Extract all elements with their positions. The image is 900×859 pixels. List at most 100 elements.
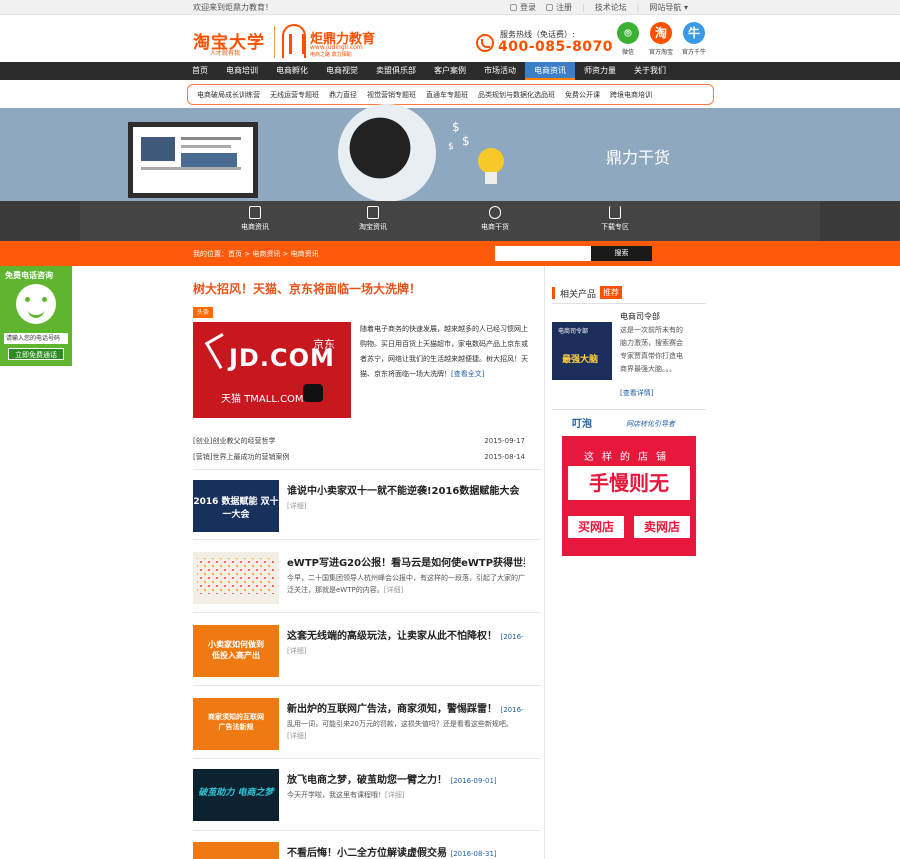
breadcrumb[interactable]: 我的位置：首页 > 电商资讯 > 电商资讯 — [193, 249, 319, 259]
category-news[interactable]: 电商资讯 — [220, 206, 290, 232]
main-nav-item[interactable]: 卖盟俱乐部 — [367, 62, 425, 80]
main-nav-item[interactable]: 市场活动 — [475, 62, 525, 80]
product-detail-link[interactable]: [查看详情] — [620, 388, 653, 398]
article-thumbnail[interactable]: 商家须知的互联网广告法新规 — [193, 698, 279, 750]
divider: | — [636, 3, 640, 12]
product-image-text: 最强大脑 — [562, 355, 599, 365]
article-title[interactable]: 谁说中小卖家双十一就不能逆袭!2016数据赋能大会 — [287, 482, 525, 497]
forum-link[interactable]: 技术论坛 — [595, 2, 627, 13]
register-link[interactable]: 注册 — [546, 2, 572, 13]
article-thumbnail[interactable]: 破茧助力 电商之梦 — [193, 769, 279, 821]
article-thumbnail[interactable]: 小卖家如何做到低投入高产出 — [193, 625, 279, 677]
main-nav-item[interactable]: 电商资讯 — [525, 62, 575, 80]
detail-link[interactable]: [详细] — [287, 502, 306, 510]
phone-number-input[interactable]: 请输入您的电话号码 — [4, 333, 68, 344]
judingli-url: www.judingli.com — [310, 44, 363, 51]
ad-slogan: 网店转化引导者 — [626, 420, 675, 428]
advertisement[interactable]: 叮泡 网店转化引导者 这样的店铺 手慢则无 买网店 卖网店 — [562, 411, 696, 556]
category-bar-inner: 电商资讯 淘宝资讯 电商干货 下载专区 — [80, 201, 820, 241]
sub-nav-item[interactable]: 电商破局成长训练营 — [192, 90, 265, 100]
main-nav-item[interactable]: 电商视觉 — [317, 62, 367, 80]
phone-doc-icon — [367, 206, 379, 219]
detail-link[interactable]: [详细] — [287, 732, 306, 740]
free-call-button[interactable]: 立即免费通话 — [8, 348, 64, 360]
page: 欢迎来到炬鼎力教育！ 登录 注册 | 技术论坛 | 网站导航 ▾ 淘宝大学 人才… — [0, 0, 900, 859]
article-thumbnail[interactable] — [193, 842, 279, 859]
sub-nav-item[interactable]: 直通车专题班 — [421, 90, 473, 100]
ad-line2: 手慢则无 — [568, 466, 690, 500]
featured-headline[interactable]: 树大招风！天猫、京东将面临一场大洗牌！ — [193, 280, 421, 297]
detail-link[interactable]: [详细] — [384, 586, 403, 594]
welcome-text: 欢迎来到炬鼎力教育！ — [193, 3, 273, 12]
featured-image[interactable]: JD.COM 京东 天猫 TMALL.COM — [193, 322, 351, 418]
product-name[interactable]: 电商司令部 — [620, 311, 660, 322]
category-taobao-news[interactable]: 淘宝资讯 — [338, 206, 408, 232]
sub-nav-item[interactable]: 鼎力直径 — [324, 90, 362, 100]
main-nav-item[interactable]: 关于我们 — [625, 62, 675, 80]
hotline-number: 400-085-8070 — [498, 39, 614, 55]
article-desc: 乱用一词，可能引来20万元的罚款，这损失值吗？还是看看这些新规吧。 [详细] — [287, 720, 513, 740]
divider — [552, 409, 706, 410]
buy-shop-button[interactable]: 买网店 — [568, 516, 624, 538]
sub-nav-item[interactable]: 跨境电商培训 — [605, 90, 657, 100]
dollar-icon: $ — [462, 134, 470, 148]
detail-link[interactable]: [详细] — [385, 791, 404, 799]
main-nav-item[interactable]: 电商培训 — [217, 62, 267, 80]
tmall-cat-icon — [303, 384, 323, 402]
sub-nav-item[interactable]: 无线运营专题班 — [265, 90, 324, 100]
ad-line1: 这样的店铺 — [584, 452, 674, 463]
main-nav-items: 首页 电商培训 电商孵化 电商视觉 卖盟俱乐部 客户案例 市场活动 电商资讯 师资力量 关于我们 — [183, 62, 675, 80]
article-title[interactable]: eWTP写进G20公报！看马云是如何使eWTP获得世界 — [287, 554, 525, 569]
main-nav-item[interactable]: 电商孵化 — [267, 62, 317, 80]
article-item[interactable]: eWTP写进G20公报！看马云是如何使eWTP获得世界 今早，二十国集团领导人杭… — [193, 552, 545, 612]
wechat-link[interactable]: ⌾ 微信 — [617, 22, 639, 56]
register-icon — [546, 4, 553, 11]
detail-link[interactable]: [详细] — [287, 647, 306, 655]
article-item[interactable]: 小卖家如何做到低投入高产出 这套无线端的高级玩法，让卖家从此不怕降权！ [201… — [193, 625, 545, 685]
list-item[interactable]: [创业]创业教父的经营哲学 2015-09-17 — [193, 433, 525, 449]
search-input[interactable] — [495, 246, 591, 261]
sub-nav-item[interactable]: 品类规划与数据化选品班 — [473, 90, 560, 100]
article-item[interactable]: 2016 数据赋能 双十一大会 谁说中小卖家双十一就不能逆袭!2016数据赋能大… — [193, 480, 545, 540]
read-more-link[interactable]: [查看全文] — [451, 370, 484, 378]
product-image[interactable]: 电商司令部 最强大脑 — [552, 322, 612, 380]
article-thumbnail[interactable] — [193, 552, 279, 604]
sub-nav-item[interactable]: 免费公开课 — [560, 90, 605, 100]
support-agent-icon — [16, 284, 56, 324]
list-item[interactable]: [营销]世界上最成功的营销案例 2015-08-14 — [193, 449, 525, 465]
article-thumbnail[interactable]: 2016 数据赋能 双十一大会 — [193, 480, 279, 532]
article-title[interactable]: 放飞电商之梦，破茧助您一臂之力！ [2016-09-01] — [287, 771, 525, 786]
site-nav-menu[interactable]: 网站导航 ▾ — [649, 2, 688, 13]
article-item[interactable]: 商家须知的互联网广告法新规 新出炉的互联网广告法，商家须知，警惕踩雷！ [201… — [193, 698, 545, 758]
article-title[interactable]: 这套无线端的高级玩法，让卖家从此不怕降权！ [2016- — [287, 627, 525, 642]
related-products-title: 相关产品 — [560, 290, 597, 300]
qianniu-link[interactable]: 牛 官方千牛 — [682, 22, 706, 56]
sub-nav-item[interactable]: 视觉营销专题班 — [362, 90, 421, 100]
login-link[interactable]: 登录 — [510, 2, 536, 13]
jd-logo-cn: 京东 — [313, 338, 335, 351]
article-title[interactable]: 不看后悔！小二全方位解读虚假交易 [2016-08-31] — [287, 844, 525, 859]
taobao-shop-link[interactable]: 淘 官方淘宝 — [649, 22, 673, 56]
article-item[interactable]: 不看后悔！小二全方位解读虚假交易 [2016-08-31] — [193, 842, 545, 859]
search-button[interactable]: 搜索 — [591, 246, 652, 261]
main-nav-item[interactable]: 首页 — [183, 62, 217, 80]
ad-banner: 这样的店铺 手慢则无 买网店 卖网店 — [562, 436, 696, 556]
category-downloads[interactable]: 下载专区 — [580, 206, 650, 232]
article-title[interactable]: 新出炉的互联网广告法，商家须知，警惕踩雷！ [2016- — [287, 700, 525, 715]
article-desc: 今早，二十国集团领导人杭州峰会公报中，有这样的一段落，引起了大家的广泛关注，那就… — [287, 574, 525, 594]
main-nav-item[interactable]: 客户案例 — [425, 62, 475, 80]
sell-shop-button[interactable]: 卖网店 — [634, 516, 690, 538]
headline-tag: 头条 — [193, 307, 213, 318]
divider: | — [582, 3, 585, 12]
world-map-dots — [197, 558, 275, 594]
category-dry-goods[interactable]: 电商干货 — [460, 206, 530, 232]
chart-doc-icon — [249, 206, 261, 219]
divider — [193, 469, 541, 470]
divider — [193, 612, 541, 613]
product-image-caption: 电商司令部 — [558, 328, 589, 335]
main-nav-item[interactable]: 师资力量 — [575, 62, 625, 80]
category-bar: 电商资讯 淘宝资讯 电商干货 下载专区 — [0, 201, 900, 241]
dollar-icon: $ — [448, 142, 454, 152]
article-item[interactable]: 破茧助力 电商之梦 放飞电商之梦，破茧助您一臂之力！ [2016-09-01] … — [193, 769, 545, 829]
header: 淘宝大学 人才就有我 炬鼎力教育 www.judingli.com 电商之路 鼎… — [0, 16, 900, 62]
